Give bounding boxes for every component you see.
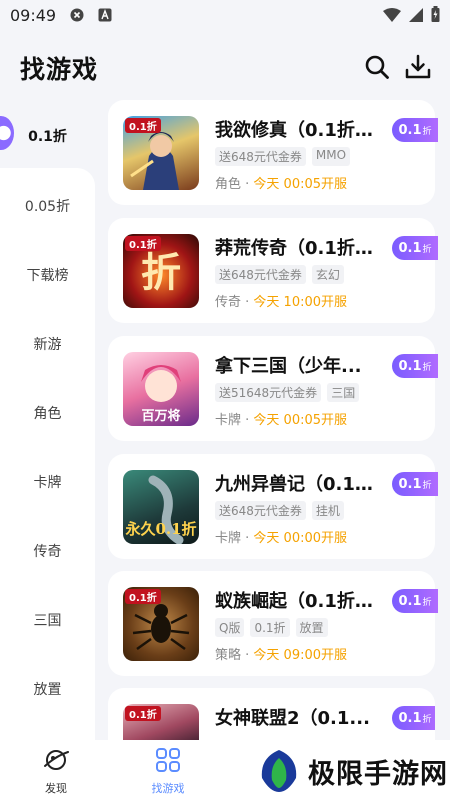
game-name: 我欲修真（0.1折... <box>215 120 375 141</box>
game-name: 拿下三国（少年... <box>215 356 362 377</box>
server-open-time: 今天 09:00开服 <box>253 648 348 663</box>
discount-corner-badge: 0.1折 <box>125 118 161 133</box>
planet-icon <box>44 750 69 770</box>
wifi-icon <box>383 7 401 26</box>
game-name: 莽荒传奇（0.1折... <box>215 238 375 259</box>
tab-label: 找游戏 <box>151 782 185 795</box>
discount-corner-badge: 0.1折 <box>125 236 161 251</box>
app-notification-icon <box>98 8 112 22</box>
game-card[interactable]: 折 0.1折 莽荒传奇（0.1折... 送648元代金券 玄幻 传奇 · 今天 … <box>108 218 438 323</box>
sidebar-item-0-05[interactable]: 0.05折 <box>0 196 95 216</box>
discount-badge: 0.1 折 <box>392 472 438 496</box>
game-name: 蚁族崛起（0.1折... <box>215 591 375 612</box>
game-category: 卡牌 <box>215 531 242 546</box>
game-name: 女神联盟2（0.1... <box>215 708 370 729</box>
game-card[interactable]: 0.1折 女神联盟2（0.1... 0.1 折 <box>108 688 435 740</box>
server-open-time: 今天 00:00开服 <box>253 531 348 546</box>
sidebar-item-legend[interactable]: 传奇 <box>0 541 95 561</box>
game-tag: 三国 <box>327 383 360 402</box>
game-name: 九州异兽记（0.1... <box>215 474 375 495</box>
grid-icon <box>156 748 180 772</box>
category-sidebar: 0.1折 0.05折 下载榜 新游 角色 卡牌 传奇 三国 放置 <box>0 100 95 740</box>
game-tag: 0.1折 <box>250 618 290 637</box>
download-icon <box>405 54 431 79</box>
game-tag: 玄幻 <box>311 265 344 284</box>
game-tag: 送648元代金券 <box>215 265 306 284</box>
tab-find-games[interactable]: 找游戏 <box>133 746 203 796</box>
sidebar-item-card[interactable]: 卡牌 <box>0 472 95 492</box>
game-icon: 百万将 <box>123 352 199 426</box>
sidebar-item-downloads[interactable]: 下载榜 <box>0 265 95 285</box>
discount-badge: 0.1 折 <box>392 589 438 613</box>
game-tag: Q版 <box>215 618 245 637</box>
discount-badge: 0.1 折 <box>392 118 438 142</box>
game-icon: 0.1折 <box>123 116 199 190</box>
game-card[interactable]: 0.1折 蚁族崛起（0.1折... Q版 0.1折 放置 策略 · 今天 09:… <box>108 571 438 676</box>
game-icon: 0.1折 <box>123 704 199 740</box>
game-card[interactable]: 永久0.1折 九州异兽记（0.1... 送648元代金券 挂机 卡牌 · 今天 … <box>108 454 438 559</box>
notification-close-icon <box>70 8 84 22</box>
search-button[interactable] <box>362 52 392 82</box>
game-tag: 送648元代金券 <box>215 501 306 520</box>
game-icon: 折 0.1折 <box>123 234 199 308</box>
svg-text:永久0.1折: 永久0.1折 <box>124 520 196 538</box>
game-tag: 送51648元代金券 <box>215 383 322 402</box>
game-category: 角色 <box>215 177 242 192</box>
server-open-time: 今天 10:00开服 <box>253 295 348 310</box>
game-icon: 0.1折 <box>123 587 199 661</box>
discount-badge: 0.1 折 <box>392 706 435 730</box>
sidebar-item-idle[interactable]: 放置 <box>0 679 95 699</box>
server-open-time: 今天 00:05开服 <box>253 177 348 192</box>
battery-icon <box>431 6 440 26</box>
discount-corner-badge: 0.1折 <box>125 706 161 721</box>
sidebar-item-new[interactable]: 新游 <box>0 334 95 354</box>
discount-badge: 0.1 折 <box>392 236 438 260</box>
status-bar: 09:49 <box>0 0 450 30</box>
game-category: 策略 <box>215 648 242 663</box>
page-header: 找游戏 <box>0 30 450 100</box>
game-tag: 送648元代金券 <box>215 147 306 166</box>
watermark-text: 极限手游网 <box>308 758 448 790</box>
discount-badge: 0.1 折 <box>392 354 438 378</box>
game-card[interactable]: 0.1折 我欲修真（0.1折... 送648元代金券 MMO 角色 · 今天 0… <box>108 100 438 205</box>
signal-icon <box>409 7 423 26</box>
sidebar-item-role[interactable]: 角色 <box>0 403 95 423</box>
tab-discover[interactable]: 发现 <box>21 746 91 796</box>
game-category: 卡牌 <box>215 413 242 428</box>
status-time: 09:49 <box>10 5 57 25</box>
download-button[interactable] <box>403 52 433 82</box>
game-icon: 永久0.1折 <box>123 470 199 544</box>
discount-corner-badge: 0.1折 <box>125 589 161 604</box>
game-card[interactable]: 百万将 拿下三国（少年... 送51648元代金券 三国 卡牌 · 今天 00:… <box>108 336 438 441</box>
server-open-time: 今天 00:05开服 <box>253 413 348 428</box>
svg-text:百万将: 百万将 <box>141 408 180 424</box>
game-tag: MMO <box>311 147 351 166</box>
game-tag: 放置 <box>295 618 328 637</box>
sidebar-item-0-1[interactable]: 0.1折 <box>0 126 95 146</box>
watermark-logo-icon <box>261 750 297 792</box>
svg-text:折: 折 <box>141 249 181 296</box>
game-category: 传奇 <box>215 295 242 310</box>
sidebar-item-three-kingdoms[interactable]: 三国 <box>0 610 95 630</box>
search-icon <box>365 55 389 79</box>
page-title: 找游戏 <box>20 55 99 84</box>
watermark: 极限手游网 <box>258 748 448 794</box>
game-tag: 挂机 <box>311 501 344 520</box>
tab-label: 发现 <box>45 782 67 795</box>
